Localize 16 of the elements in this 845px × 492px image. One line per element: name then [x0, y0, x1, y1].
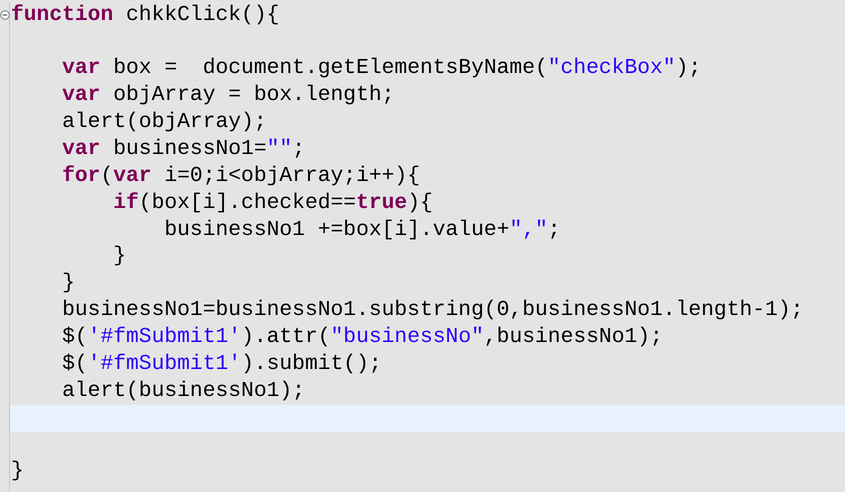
- code-line: for(var i=0;i<objArray;i++){: [61, 166, 420, 188]
- code-line: businessNo1=businessNo1.substring(0,businessNo1.length-1);: [61, 300, 804, 322]
- code-line: var objArray = box.length;: [61, 85, 394, 107]
- code-line: $('#fmSubmit1').submit();: [61, 354, 382, 376]
- collapse-icon[interactable]: [0, 10, 10, 20]
- code-line: }: [61, 273, 75, 294]
- code-line: var businessNo1="";: [61, 138, 305, 160]
- code-line: }: [112, 246, 126, 268]
- code-line: }: [11, 461, 24, 482]
- code-line: businessNo1 +=box[i].value+",";: [163, 220, 561, 241]
- code-line: function chkkClick(){: [11, 4, 280, 26]
- code-line: if(box[i].checked==true){: [112, 192, 433, 214]
- code-line: alert(objArray);: [61, 112, 267, 134]
- code-line: $('#fmSubmit1').attr("businessNo",businessNo1);: [61, 326, 663, 348]
- code-line: alert(businessNo1);: [61, 380, 305, 402]
- code-line: var box = document.getElementsByName("checkBox");: [61, 58, 702, 80]
